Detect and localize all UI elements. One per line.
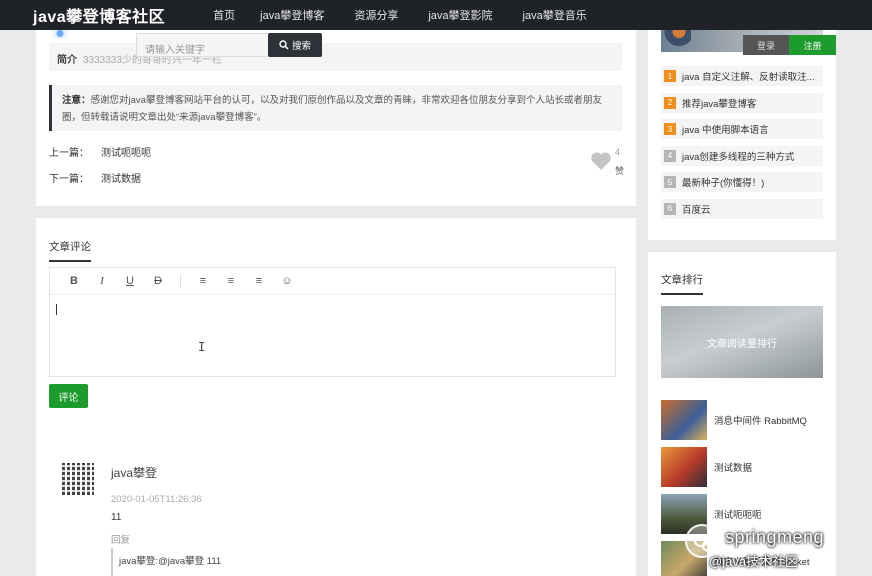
article-intro: 简介 3333333少的哥哥时兴一年一栏 bbox=[49, 43, 622, 71]
rank-section-title: 文章排行 bbox=[661, 272, 703, 295]
list-item[interactable]: 测试数据 bbox=[661, 447, 836, 487]
reply-link[interactable]: 回复 bbox=[111, 532, 130, 546]
heart-icon bbox=[591, 152, 611, 170]
rank-number: 3 bbox=[664, 123, 676, 136]
login-button[interactable]: 登录 bbox=[743, 35, 789, 55]
comment-card: 文章评论 B I U D ≡ ≡ ≡ ☺ I 评论 java攀登 2020-01… bbox=[36, 218, 636, 576]
comment-editor[interactable]: B I U D ≡ ≡ ≡ ☺ I bbox=[49, 267, 616, 377]
nav-item-home[interactable]: 首页 bbox=[213, 7, 235, 23]
article-footer-card: 简介 3333333少的哥哥时兴一年一栏 注意：感谢您对java攀登博客网站平台的… bbox=[36, 18, 636, 206]
rank-banner[interactable]: 文章阅读量排行 bbox=[661, 306, 823, 378]
register-button[interactable]: 注册 bbox=[789, 35, 836, 55]
notice-text: 感谢您对java攀登博客网站平台的认可，以及对我们原创作品以及文章的青睐，非常欢… bbox=[62, 95, 602, 123]
hot-article-title: 最新种子(你懂得！) bbox=[682, 178, 765, 190]
intro-label: 简介 bbox=[57, 55, 77, 66]
top-navbar: java攀登博客社区 首页 java攀登博客 资源分享 java攀登影院 jav… bbox=[0, 0, 872, 30]
nav-item-cinema[interactable]: java攀登影院 bbox=[428, 7, 492, 23]
hot-article-title: java 自定义注解、反射读取注... bbox=[682, 72, 815, 83]
like-count: 4 bbox=[615, 147, 621, 157]
like-button[interactable]: 4 赞 bbox=[590, 147, 630, 179]
like-label: 赞 bbox=[615, 166, 625, 176]
bold-button[interactable]: B bbox=[60, 275, 88, 287]
rank-article-title: 测试呃呃呃 bbox=[714, 510, 762, 521]
rank-number: 2 bbox=[664, 96, 676, 109]
comment-text: 11 bbox=[111, 512, 122, 523]
prev-article-link[interactable]: 测试呃呃呃 bbox=[101, 148, 151, 159]
emoji-icon[interactable]: ☺ bbox=[273, 275, 301, 287]
commenter-avatar bbox=[62, 463, 94, 495]
prev-article: 上一篇： 测试呃呃呃 bbox=[49, 144, 151, 159]
rank-number: 4 bbox=[664, 149, 676, 162]
watermark: springmeng @java技术社区 bbox=[683, 524, 872, 576]
editor-toolbar: B I U D ≡ ≡ ≡ ☺ bbox=[50, 268, 615, 295]
nav-item-resources[interactable]: 资源分享 bbox=[354, 7, 398, 23]
list-item[interactable]: 1 java 自定义注解、反射读取注... bbox=[661, 66, 823, 86]
nav-item-music[interactable]: java攀登音乐 bbox=[523, 7, 587, 23]
list-item[interactable]: 5 最新种子(你懂得！) bbox=[661, 172, 823, 193]
notice-label: 注意： bbox=[62, 95, 91, 106]
list-item[interactable]: 2 推荐java攀登博客 bbox=[661, 92, 823, 113]
rank-article-title: 消息中间件 RabbitMQ bbox=[714, 416, 807, 427]
ibeam-cursor-icon: I bbox=[198, 340, 206, 354]
watermark-text: springmeng bbox=[725, 527, 825, 547]
list-item[interactable]: 消息中间件 RabbitMQ bbox=[661, 400, 836, 440]
sidebar-hot-card: 登录 注册 1 java 自定义注解、反射读取注... 2 推荐java攀登博客 3… bbox=[648, 18, 836, 240]
align-center-icon[interactable]: ≡ bbox=[217, 275, 245, 287]
nav-item-blog[interactable]: java攀登博客 bbox=[260, 7, 324, 23]
list-item[interactable]: 6 百度云 bbox=[661, 198, 823, 219]
next-article: 下一篇： 测试数据 bbox=[49, 170, 141, 185]
next-article-link[interactable]: 测试数据 bbox=[101, 174, 141, 185]
list-item[interactable]: 4 java创建多线程的三种方式 bbox=[661, 145, 823, 166]
rank-number: 6 bbox=[664, 202, 676, 215]
comment-section-title: 文章评论 bbox=[49, 239, 91, 262]
toolbar-divider bbox=[180, 275, 181, 287]
rank-number: 5 bbox=[664, 176, 676, 189]
article-thumbnail bbox=[661, 447, 707, 487]
next-label: 下一篇： bbox=[49, 174, 89, 185]
italic-button[interactable]: I bbox=[88, 275, 116, 287]
prev-label: 上一篇： bbox=[49, 148, 89, 159]
comment-author: java攀登 bbox=[111, 466, 158, 480]
align-right-icon[interactable]: ≡ bbox=[245, 275, 273, 287]
watermark-subtext: @java技术社区 bbox=[709, 554, 799, 569]
site-brand[interactable]: java攀登博客社区 bbox=[33, 3, 165, 27]
rank-banner-label: 文章阅读量排行 bbox=[707, 338, 777, 350]
rank-number: 1 bbox=[664, 70, 676, 82]
search-input[interactable]: 请输入关键字 bbox=[136, 33, 268, 57]
strikethrough-button[interactable]: D bbox=[144, 275, 172, 287]
hot-article-title: 百度云 bbox=[682, 204, 711, 216]
text-caret bbox=[56, 304, 57, 315]
hot-article-title: 推荐java攀登博客 bbox=[682, 98, 757, 110]
hot-article-title: java 中使用脚本语言 bbox=[682, 125, 769, 137]
comment-reply-quote: java攀登:@java攀登 111 bbox=[111, 548, 411, 576]
article-thumbnail bbox=[661, 400, 707, 440]
hot-article-list: 1 java 自定义注解、反射读取注... 2 推荐java攀登博客 3 java 中… bbox=[661, 66, 823, 226]
search-icon bbox=[279, 40, 289, 50]
rank-article-title: 测试数据 bbox=[714, 463, 753, 474]
search-button[interactable]: 搜索 bbox=[268, 33, 322, 57]
main-nav: 首页 java攀登博客 资源分享 java攀登影院 java攀登音乐 bbox=[213, 7, 617, 23]
search-button-label: 搜索 bbox=[291, 41, 311, 52]
submit-comment-button[interactable]: 评论 bbox=[49, 384, 88, 408]
hot-article-title: java创建多线程的三种方式 bbox=[682, 151, 795, 163]
comment-time: 2020-01-05T11:26:36 bbox=[111, 494, 202, 505]
align-left-icon[interactable]: ≡ bbox=[189, 275, 217, 287]
list-item[interactable]: 3 java 中使用脚本语言 bbox=[661, 119, 823, 140]
copyright-notice: 注意：感谢您对java攀登博客网站平台的认可，以及对我们原创作品以及文章的青睐，… bbox=[49, 85, 622, 131]
underline-button[interactable]: U bbox=[116, 275, 144, 287]
